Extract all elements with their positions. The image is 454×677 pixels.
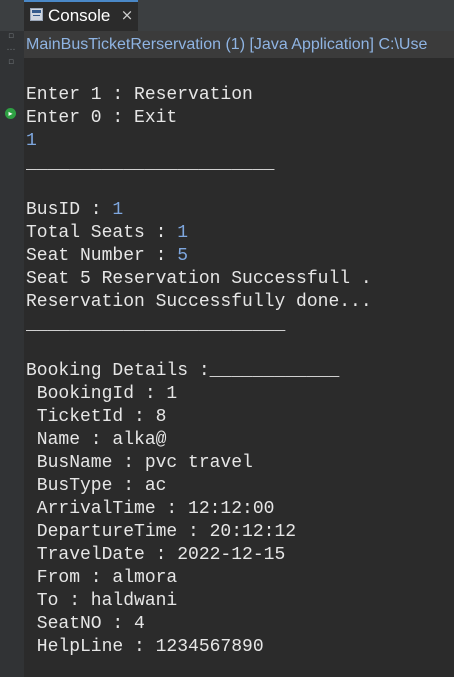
console-line: BookingId : 1 [26,383,450,406]
console-line-text: BusName : pvc travel [26,453,253,473]
console-line-text: BusType : ac [26,476,167,496]
close-icon[interactable]: × [120,6,134,24]
console-tab-bar: Console × [0,0,454,31]
console-line-input: 1 [112,200,124,220]
lock-icon: ▫ [7,57,15,67]
console-line-text: Reservation Successfully done... [26,292,372,312]
console-line-text: _______________________ [26,154,275,174]
left-gutter: ▫ … ▫ ▸ [0,31,24,677]
console-line: Enter 0 : Exit [26,107,450,130]
more-icon: … [6,43,16,53]
console-line: Seat Number : 5 [26,245,450,268]
console-line: To : haldwani [26,590,450,613]
console-line-text: BusID : [26,200,113,220]
console-line: SeatNO : 4 [26,613,450,636]
console-line-text: From : almora [26,568,178,588]
console-line-input: 1 [177,223,189,243]
console-line-text: TravelDate : 2022-12-15 [26,545,286,565]
console-line-text: ________________________ [26,315,286,335]
console-line-input: 1 [26,131,37,151]
pin-icon: ▫ [7,31,15,41]
console-icon [30,8,43,21]
console-line-text: DepartureTime : 20:12:12 [26,522,297,542]
console-line: HelpLine : 1234567890 [26,636,450,659]
console-line-text: To : haldwani [26,591,178,611]
console-line-text: Name : alka@ [26,430,167,450]
console-line-text: SeatNO : 4 [26,614,145,634]
console-line: From : almora [26,567,450,590]
console-line-text: Booking Details :____________ [26,361,340,381]
console-line-text: Enter 1 : Reservation [26,85,253,105]
console-line: Name : alka@ [26,429,450,452]
console-line-text: Enter 0 : Exit [26,108,178,128]
run-status-icon: ▸ [5,108,16,119]
console-line: DepartureTime : 20:12:12 [26,521,450,544]
console-line: BusType : ac [26,475,450,498]
console-line: Booking Details :____________ [26,360,450,383]
tab-console[interactable]: Console × [24,0,138,31]
console-line-text: TicketId : 8 [26,407,167,427]
console-line-input: 5 [177,246,189,266]
console-line: ArrivalTime : 12:12:00 [26,498,450,521]
console-output[interactable]: Enter 1 : Reservation Enter 0 : Exit 1 ____… [26,84,450,659]
console-line-text: Seat Number : [26,246,178,266]
console-line-text: ArrivalTime : 12:12:00 [26,499,275,519]
console-line: TravelDate : 2022-12-15 [26,544,450,567]
console-line: Enter 1 : Reservation [26,84,450,107]
tab-console-label: Console [48,6,111,25]
console-line: ________________________ [26,314,450,337]
console-line-text: HelpLine : 1234567890 [26,637,264,657]
console-line: Total Seats : 1 [26,222,450,245]
launch-config-label: MainBusTicketRerservation (1) [Java Appl… [24,31,454,58]
console-line: Seat 5 Reservation Successfull . [26,268,450,291]
console-line-text: Total Seats : [26,223,178,243]
console-line: _______________________ [26,153,450,176]
console-line: Reservation Successfully done... [26,291,450,314]
console-line-text: Seat 5 Reservation Successfull . [26,269,372,289]
console-line: 1 [26,130,450,153]
console-line: BusID : 1 [26,199,450,222]
console-line-text: BookingId : 1 [26,384,178,404]
console-line: TicketId : 8 [26,406,450,429]
console-line: BusName : pvc travel [26,452,450,475]
